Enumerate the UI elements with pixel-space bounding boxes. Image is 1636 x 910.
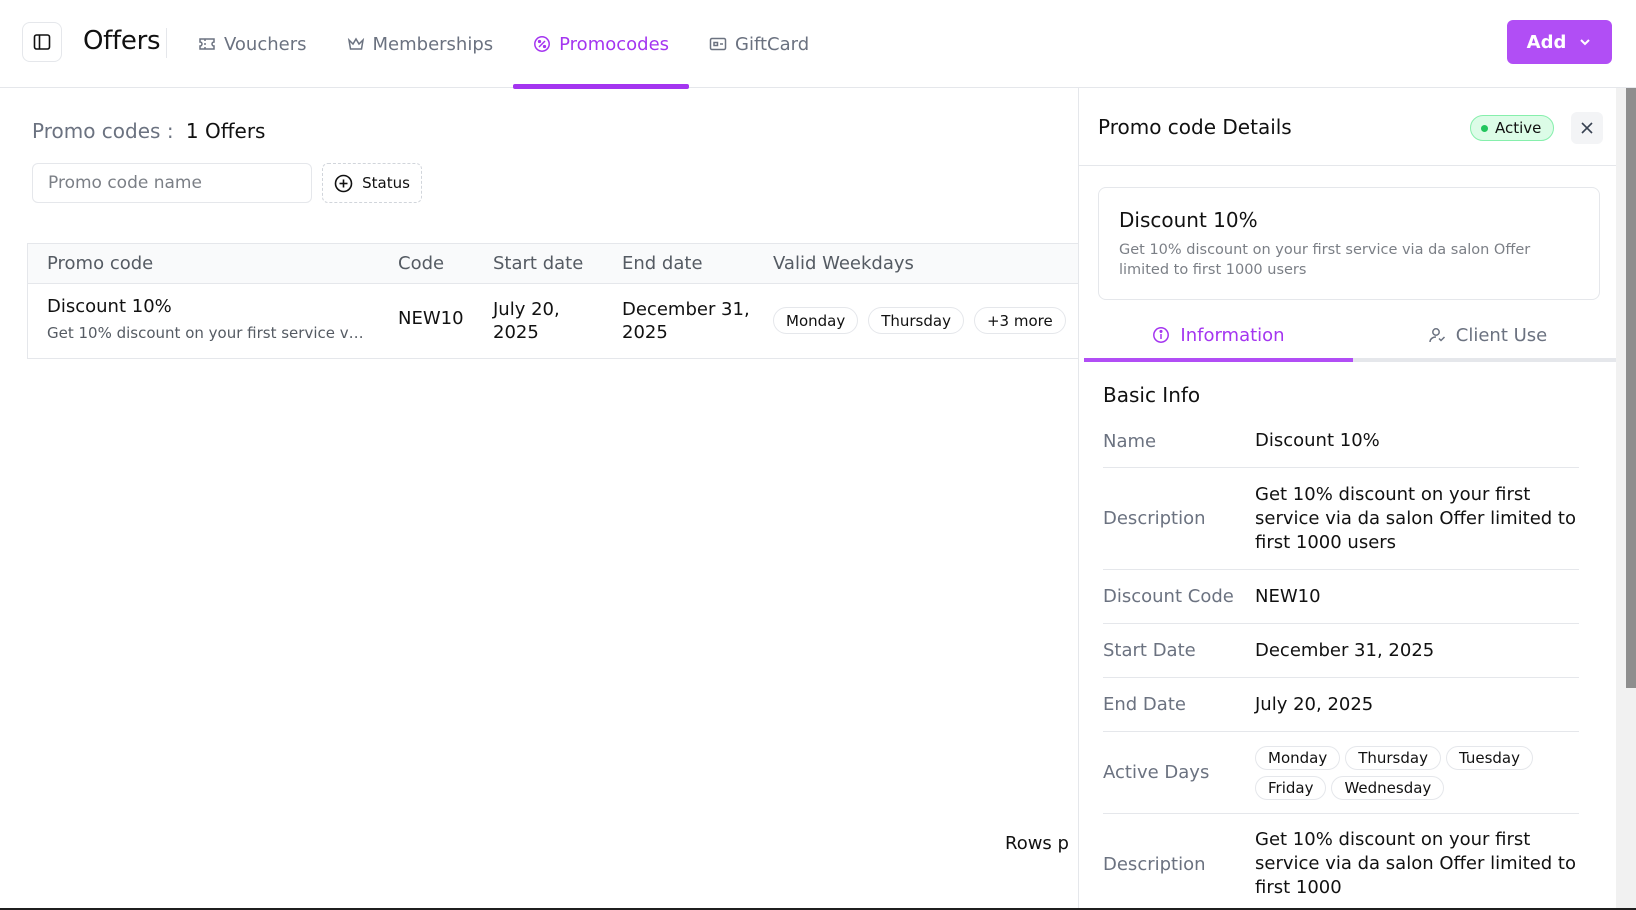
info-value: NEW10 xyxy=(1255,585,1321,607)
column-header-end-date: End date xyxy=(622,253,703,274)
table-header: Promo code Code Start date End date Vali… xyxy=(28,244,1078,284)
column-header-valid-weekdays: Valid Weekdays xyxy=(773,253,914,274)
offers-tabs: Vouchers Memberships Promocodes GiftCard xyxy=(178,0,829,89)
top-bar: Offers Vouchers Memberships Promocodes G… xyxy=(0,0,1636,89)
more-weekdays-chip[interactable]: +3 more xyxy=(973,307,1066,334)
promo-code-details-panel: Promo code Details Active Discount 10% G… xyxy=(1078,88,1616,910)
gift-card-icon xyxy=(709,37,727,51)
info-icon xyxy=(1153,327,1170,343)
status-dot-icon xyxy=(1481,124,1488,132)
basic-info-heading: Basic Info xyxy=(1103,383,1201,407)
offer-summary-card: Discount 10% Get 10% discount on your fi… xyxy=(1098,187,1600,300)
page-title: Offers xyxy=(83,26,161,56)
plus-circle-icon xyxy=(334,174,353,192)
status-filter-button[interactable]: Status xyxy=(322,163,422,203)
info-row-start-date: Start Date December 31, 2025 xyxy=(1103,624,1579,678)
basic-info-table: Name Discount 10% Description Get 10% di… xyxy=(1103,415,1579,910)
tab-client-use[interactable]: Client Use xyxy=(1353,312,1616,362)
start-date-line2: 2025 xyxy=(493,322,539,343)
info-row-name: Name Discount 10% xyxy=(1103,415,1579,468)
panel-title: Promo code Details xyxy=(1098,115,1292,139)
info-label: Start Date xyxy=(1103,640,1196,661)
client-use-icon xyxy=(1429,328,1445,343)
info-row-description: Description Get 10% discount on your fir… xyxy=(1103,468,1579,570)
tab-giftcard[interactable]: GiftCard xyxy=(689,0,829,88)
info-row-end-date: End Date July 20, 2025 xyxy=(1103,678,1579,732)
promo-codes-table: Promo code Code Start date End date Vali… xyxy=(27,243,1078,359)
tab-promocodes[interactable]: Promocodes xyxy=(513,0,689,89)
active-day-chip: Wednesday xyxy=(1331,775,1445,800)
promo-codes-list: Promo codes : 1 Offers Status Promo code… xyxy=(0,89,1078,910)
add-button[interactable]: Add xyxy=(1507,20,1612,64)
start-date-line1: July 20, xyxy=(493,299,560,320)
tab-vouchers-label: Vouchers xyxy=(224,33,307,55)
table-row[interactable]: Discount 10% Get 10% discount on your fi… xyxy=(28,284,1078,358)
tab-vouchers[interactable]: Vouchers xyxy=(178,0,327,88)
close-panel-button[interactable] xyxy=(1571,112,1603,144)
info-value: Discount 10% xyxy=(1255,430,1380,451)
tab-memberships[interactable]: Memberships xyxy=(327,0,514,88)
sidebar-toggle-icon xyxy=(33,34,51,50)
promo-description: Get 10% discount on your first service v… xyxy=(47,324,367,342)
active-day-chip: Thursday xyxy=(1345,745,1441,770)
crown-icon xyxy=(347,37,364,50)
promo-code-search-input[interactable] xyxy=(32,163,312,203)
column-header-start-date: Start date xyxy=(493,253,584,274)
info-value: Get 10% discount on your first service v… xyxy=(1255,829,1576,898)
header-divider xyxy=(166,28,167,58)
active-day-chip: Tuesday xyxy=(1445,745,1533,770)
active-day-chip: Friday xyxy=(1255,775,1327,800)
offer-count: Promo codes : 1 Offers xyxy=(32,119,265,143)
info-row-description-2: Description Get 10% discount on your fir… xyxy=(1103,814,1579,910)
info-label: End Date xyxy=(1103,694,1186,715)
info-value: Get 10% discount on your first service v… xyxy=(1255,483,1576,553)
promo-code-value: NEW10 xyxy=(398,308,464,329)
end-date-line2: 2025 xyxy=(622,322,668,343)
sidebar-toggle-button[interactable] xyxy=(22,22,62,62)
info-label: Description xyxy=(1103,508,1206,529)
tab-information[interactable]: Information xyxy=(1084,312,1353,362)
tab-client-use-label: Client Use xyxy=(1455,324,1548,346)
panel-header: Promo code Details Active xyxy=(1079,88,1616,166)
rows-per-page-label: Rows p xyxy=(1005,833,1069,854)
info-value: December 31, 2025 xyxy=(1255,639,1435,661)
active-day-chips: Monday Thursday Tuesday Friday Wednesday xyxy=(1255,745,1555,800)
tab-memberships-label: Memberships xyxy=(372,33,494,55)
tab-giftcard-label: GiftCard xyxy=(735,33,810,55)
info-label: Name xyxy=(1103,430,1157,452)
offer-card-title: Discount 10% xyxy=(1119,208,1258,232)
status-badge-label: Active xyxy=(1495,119,1542,137)
active-day-chip: Monday xyxy=(1255,745,1341,770)
tab-information-label: Information xyxy=(1180,324,1285,346)
offer-card-description: Get 10% discount on your first service v… xyxy=(1119,242,1531,278)
end-date-line1: December 31, xyxy=(622,299,750,320)
close-icon xyxy=(1581,122,1593,134)
info-row-active-days: Active Days Monday Thursday Tuesday Frid… xyxy=(1103,732,1579,814)
status-badge: Active xyxy=(1470,115,1555,141)
offer-count-label: Promo codes : xyxy=(32,119,174,143)
offer-count-value: 1 Offers xyxy=(185,119,266,143)
tab-promocodes-label: Promocodes xyxy=(559,33,670,55)
end-date-cell: December 31, 2025 xyxy=(622,298,750,344)
info-label: Description xyxy=(1103,854,1206,875)
info-value: July 20, 2025 xyxy=(1255,693,1374,715)
weekday-chips: Monday Thursday +3 more xyxy=(773,307,1066,334)
start-date-cell: July 20, 2025 xyxy=(493,298,560,344)
ticket-icon xyxy=(199,38,215,50)
chevron-down-icon xyxy=(1580,39,1591,46)
weekday-chip: Monday xyxy=(773,307,859,334)
panel-scrollbar-thumb[interactable] xyxy=(1626,88,1636,688)
badge-percent-icon xyxy=(534,36,551,52)
weekday-chip: Thursday xyxy=(868,307,964,334)
add-button-label: Add xyxy=(1526,31,1567,53)
column-header-code: Code xyxy=(398,253,445,274)
info-label: Discount Code xyxy=(1103,586,1234,607)
status-filter-label: Status xyxy=(362,174,410,192)
promo-name: Discount 10% xyxy=(47,296,172,317)
column-header-promo-code: Promo code xyxy=(47,253,154,274)
info-label: Active Days xyxy=(1103,762,1210,783)
panel-tabs: Information Client Use xyxy=(1084,312,1616,362)
info-row-discount-code: Discount Code NEW10 xyxy=(1103,570,1579,624)
